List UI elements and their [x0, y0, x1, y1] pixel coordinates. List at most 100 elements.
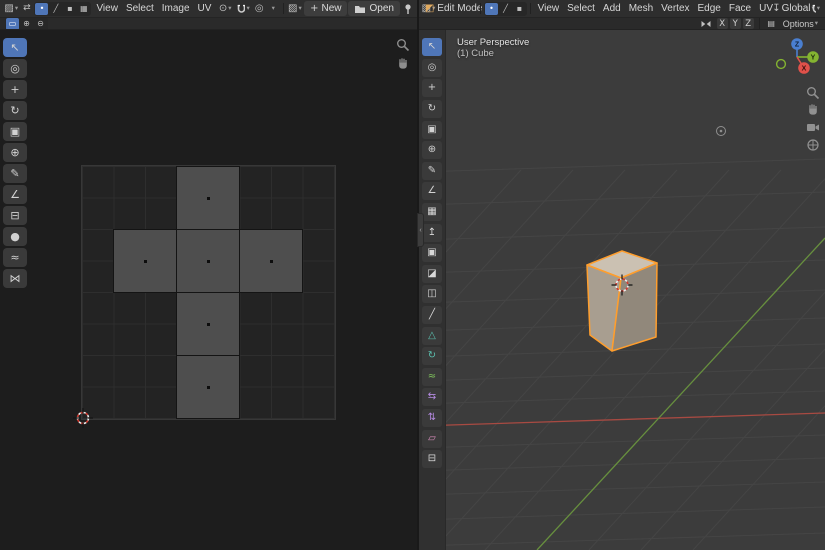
vp-camera-view-control[interactable] — [805, 119, 821, 135]
uv-tool-move-button[interactable]: + — [3, 80, 27, 99]
uv-face-4[interactable] — [176, 292, 240, 356]
pin-toggle[interactable] — [401, 1, 414, 16]
uv-tool-select-box-button[interactable]: ↖ — [3, 38, 27, 57]
vp-tool-inset-faces-button[interactable]: ▣ — [422, 244, 442, 263]
mirror-button[interactable] — [698, 18, 714, 29]
transform-orientation-dropdown[interactable]: ↧ Global ▾ — [772, 1, 815, 16]
options-dropdown[interactable]: Options ▾ — [781, 18, 820, 29]
mode-selector[interactable]: ◩ Edit Mode ▾ — [425, 1, 489, 16]
uv-pivot-point-dropdown[interactable]: ⊙ ▾ — [217, 1, 232, 16]
vp-tool-extrude-region-button[interactable]: ↥ — [422, 223, 442, 242]
uv-mode-face-button[interactable]: ▪ — [63, 3, 76, 15]
uv-tool-rip-region-button[interactable]: ⊟ — [3, 206, 27, 225]
uv-proportional-edit-toggle[interactable]: ◎ — [253, 1, 266, 16]
vp-tool-select-box-button[interactable]: ↖ — [422, 38, 442, 57]
vp-tool-shrink-fatten-button[interactable]: ⇅ — [422, 408, 442, 427]
vp-tool-smooth-button[interactable]: ≈ — [422, 367, 442, 386]
uv-face-2[interactable] — [176, 229, 240, 293]
light-object[interactable] — [716, 126, 726, 136]
uv-editor-type-button[interactable]: ▨ ▾ — [3, 1, 19, 16]
uv-tool-transform-button[interactable]: ⊕ — [3, 143, 27, 162]
uv-face-1[interactable] — [113, 229, 177, 293]
vp-menu-select[interactable]: Select — [563, 2, 599, 15]
uv-tool-annotate-button[interactable]: ✎ — [3, 164, 27, 183]
snap-options-button[interactable]: ▤ — [765, 18, 778, 29]
uv-menu-view[interactable]: View — [92, 2, 122, 15]
sidebar-toggle-tab[interactable]: ‹ — [417, 213, 424, 247]
browse-image-dropdown[interactable]: ▨ ▾ — [287, 1, 303, 16]
new-selection-button[interactable]: ▭ — [6, 18, 19, 29]
vp-ortho-toggle-control[interactable] — [805, 137, 821, 153]
vp-tool-scale-button[interactable]: ▣ — [422, 120, 442, 139]
relax-icon: ≈ — [10, 251, 20, 264]
uv-mode-island-button[interactable]: ▦ — [77, 3, 90, 15]
uv-face-3[interactable] — [239, 229, 303, 293]
navigation-gizmo[interactable]: Z Y X — [774, 34, 820, 80]
editor-divider[interactable] — [417, 0, 419, 550]
uv-sync-select-toggle[interactable]: ⇄ — [20, 1, 33, 16]
vp-tool-measure-button[interactable]: ∠ — [422, 182, 442, 201]
mirror-y-toggle[interactable]: Y — [729, 18, 741, 29]
uv-tool-scale-button[interactable]: ▣ — [3, 122, 27, 141]
vp-tool-rip-region-button[interactable]: ⊟ — [422, 450, 442, 469]
uv-face-5[interactable] — [176, 355, 240, 419]
subtract-selection-button[interactable]: ⊖ — [34, 18, 47, 29]
vp-tool-edge-slide-button[interactable]: ⇆ — [422, 388, 442, 407]
uv-tool-cursor-2d-button[interactable]: ◎ — [3, 59, 27, 78]
viewport-canvas[interactable] — [419, 30, 825, 550]
vp-tool-rotate-button[interactable]: ↻ — [422, 100, 442, 119]
vp-menu-mesh[interactable]: Mesh — [625, 2, 657, 15]
view-perspective-label: User Perspective — [457, 37, 530, 48]
vp-select-mode-buttons: • ╱ ▪ — [484, 1, 528, 16]
uv-tool-measure-button[interactable]: ∠ — [3, 185, 27, 204]
vp-tool-move-button[interactable]: + — [422, 79, 442, 98]
uv-tool-pinch-button[interactable]: ⋈ — [3, 269, 27, 288]
vertex-select-icon: • — [39, 3, 45, 13]
mirror-x-toggle[interactable]: X — [716, 18, 728, 29]
vp-mode-vertex-button[interactable]: • — [485, 2, 499, 15]
vp-tool-bevel-button[interactable]: ◪ — [422, 264, 442, 283]
uv-face-0[interactable] — [176, 166, 240, 230]
vp-snap-toggle[interactable]: ▾ — [809, 1, 822, 16]
uv-menu-uv[interactable]: UV — [194, 2, 216, 15]
uv-snap-toggle[interactable]: ▾ — [234, 1, 252, 16]
vp-tool-settings-separator — [758, 18, 760, 29]
vp-tool-cursor-3d-button[interactable]: ◎ — [422, 58, 442, 77]
uv-mode-edge-button[interactable]: ╱ — [49, 3, 62, 15]
chevron-left-icon: ‹ — [419, 226, 422, 234]
move-icon: + — [10, 83, 20, 96]
new-image-button[interactable]: + New — [304, 1, 348, 16]
uv-menu-image[interactable]: Image — [158, 2, 194, 15]
vp-tool-shear-button[interactable]: ▱ — [422, 429, 442, 448]
vp-tool-spin-button[interactable]: ↻ — [422, 347, 442, 366]
mirror-z-toggle[interactable]: Z — [742, 18, 754, 29]
uv-menu-select[interactable]: Select — [122, 2, 158, 15]
vp-tool-loop-cut-button[interactable]: ◫ — [422, 285, 442, 304]
vp-menu-edge[interactable]: Edge — [694, 2, 725, 15]
open-image-button[interactable]: Open — [348, 1, 400, 16]
cube-mesh[interactable] — [586, 250, 658, 352]
vp-tool-knife-button[interactable]: ╱ — [422, 306, 442, 325]
vp-menu-view[interactable]: View — [534, 2, 564, 15]
vp-menu-add[interactable]: Add — [599, 2, 625, 15]
uv-mode-vertex-button[interactable]: • — [35, 2, 49, 15]
extend-selection-button[interactable]: ⊕ — [20, 18, 33, 29]
vp-menu-face[interactable]: Face — [725, 2, 755, 15]
vp-tool-transform-button[interactable]: ⊕ — [422, 141, 442, 160]
vp-pan-control[interactable] — [805, 101, 821, 117]
vp-tool-poly-build-button[interactable]: △ — [422, 326, 442, 345]
vp-tool-add-cube-button[interactable]: ▦ — [422, 203, 442, 222]
uv-tool-relax-button[interactable]: ≈ — [3, 248, 27, 267]
uv-tool-rotate-button[interactable]: ↻ — [3, 101, 27, 120]
vp-zoom-control[interactable] — [805, 85, 821, 101]
uv-tool-grab-button[interactable]: ● — [3, 227, 27, 246]
uv-proportional-falloff-dropdown[interactable]: ▾ — [267, 1, 280, 16]
vp-tool-annotate-button[interactable]: ✎ — [422, 161, 442, 180]
vp-mode-edge-button[interactable]: ╱ — [499, 3, 512, 15]
uv-canvas[interactable] — [30, 30, 417, 550]
uv-zoom-control[interactable] — [395, 37, 411, 53]
vp-mode-face-button[interactable]: ▪ — [513, 3, 526, 15]
gizmo-neg-y-handle[interactable] — [775, 58, 787, 70]
vp-menu-vertex[interactable]: Vertex — [657, 2, 693, 15]
uv-pan-control[interactable] — [395, 55, 411, 71]
